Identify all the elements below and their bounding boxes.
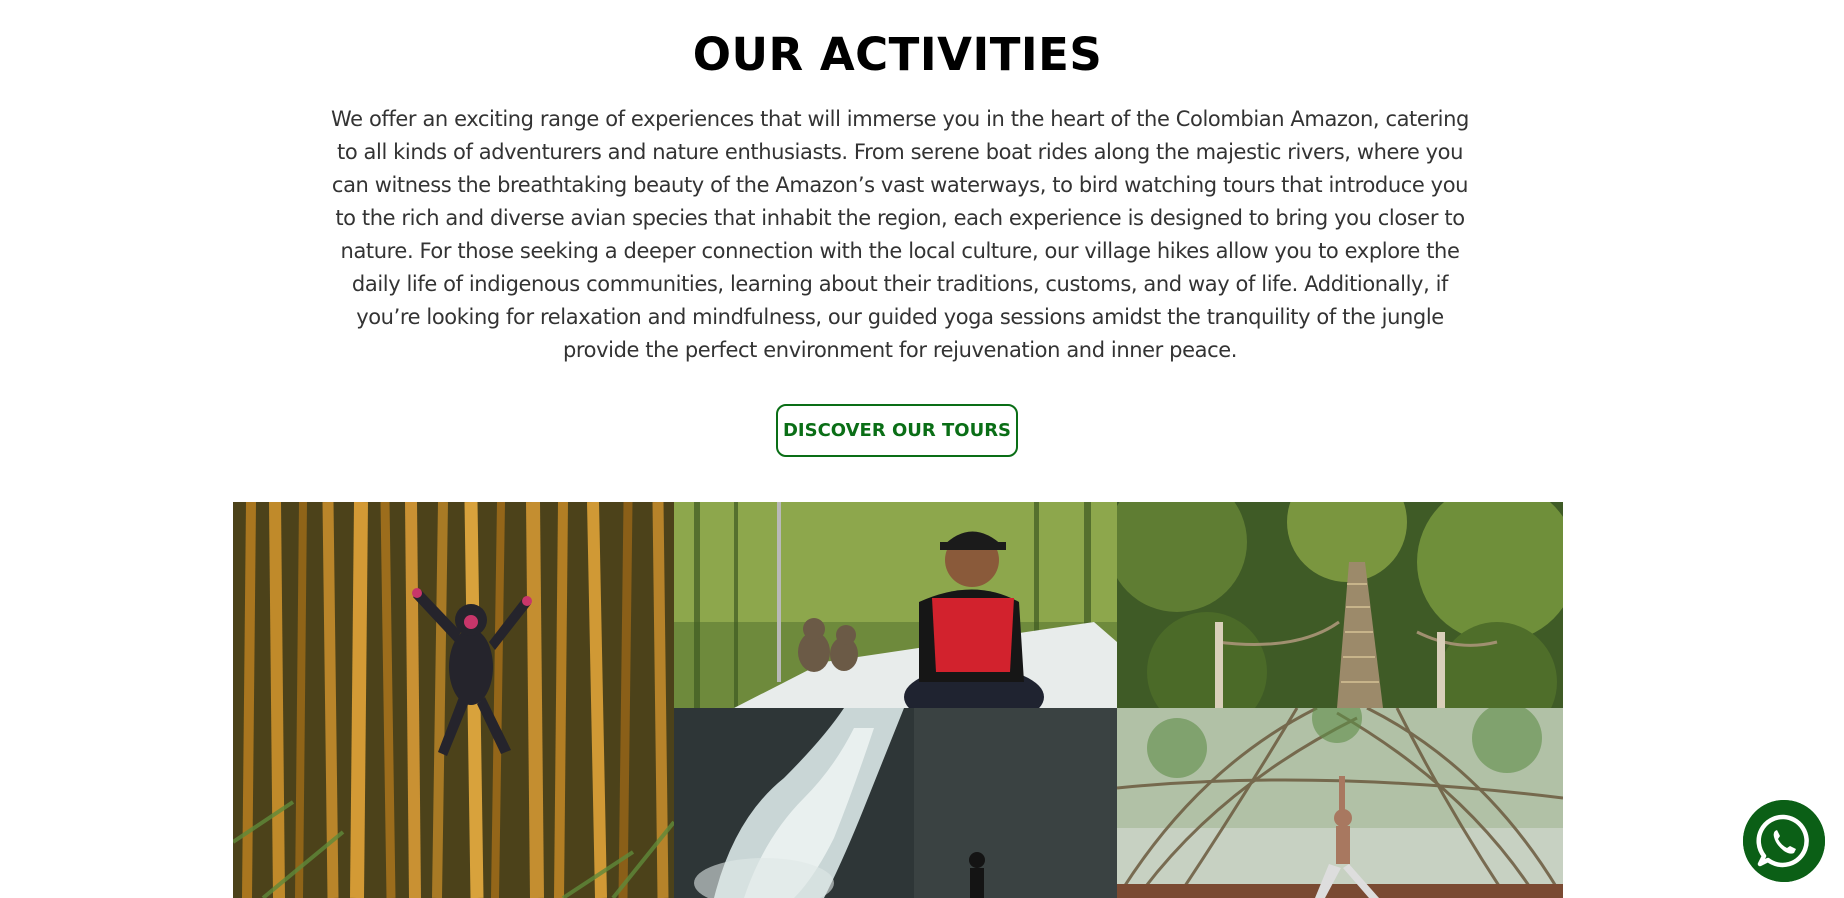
whatsapp-icon — [1743, 800, 1825, 882]
gallery-image-waterfall — [674, 708, 1117, 898]
gallery-image-yoga — [1117, 708, 1563, 898]
gallery-image-rope-bridge — [1117, 502, 1563, 708]
section-title: OUR ACTIVITIES — [692, 28, 1103, 81]
discover-tours-button[interactable]: DISCOVER OUR TOURS — [776, 404, 1018, 457]
activities-gallery — [233, 502, 1563, 898]
whatsapp-button[interactable] — [1743, 800, 1825, 882]
gallery-image-boat-ride — [674, 502, 1117, 708]
gallery-image-bamboo-monkey — [233, 502, 674, 898]
activities-description: We offer an exciting range of experience… — [331, 107, 1469, 362]
